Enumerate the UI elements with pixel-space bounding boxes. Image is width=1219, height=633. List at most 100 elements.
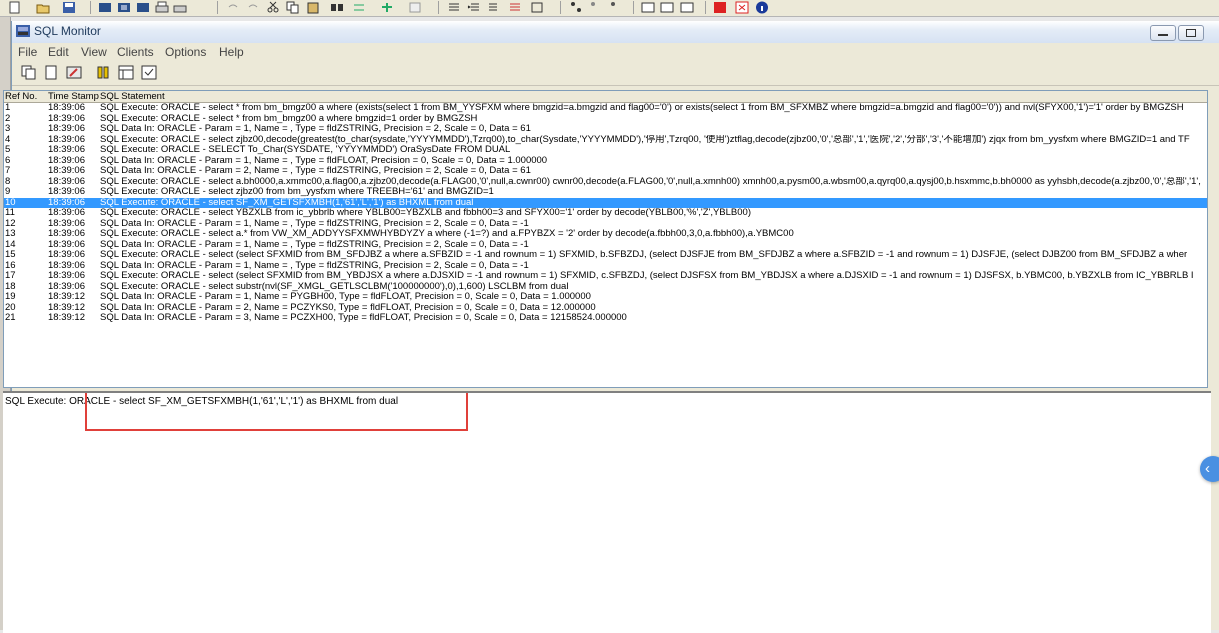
maximize-button[interactable]	[1178, 25, 1204, 41]
indent-icon[interactable]	[467, 1, 481, 14]
db-icon[interactable]	[98, 1, 112, 14]
row-sql: SQL Data In: ORACLE - Param = 1, Name = …	[100, 124, 531, 134]
add-icon[interactable]	[380, 1, 394, 14]
tree-expand-icon[interactable]	[589, 1, 603, 14]
column-header-sql[interactable]: SQL Statement	[100, 91, 165, 102]
row-ref: 20	[5, 302, 16, 313]
row-time: 18:39:06	[48, 166, 85, 176]
monitor-toolbar	[12, 61, 1219, 86]
window-cascade-icon[interactable]	[680, 1, 694, 14]
tree-icon[interactable]	[569, 1, 583, 14]
table-row[interactable]: 21 18:39:12 SQL Data In: ORACLE - Param = …	[4, 313, 1207, 323]
print-icon[interactable]	[155, 1, 169, 14]
row-time: 18:39:12	[48, 313, 85, 323]
row-ref: 8	[5, 176, 11, 187]
table-row[interactable]: 9 18:39:06 SQL Execute: ORACLE - select zj…	[4, 187, 1207, 197]
row-time: 18:39:06	[48, 218, 85, 229]
menu-help[interactable]: Help	[219, 45, 244, 59]
row-ref: 14	[5, 239, 16, 250]
table-row[interactable]: 6 18:39:06 SQL Data In: ORACLE - Param = 1…	[4, 156, 1207, 166]
table-row[interactable]: 15 18:39:06 SQL Execute: ORACLE - select (…	[4, 250, 1207, 260]
row-sql: SQL Execute: ORACLE - select * from bm_b…	[100, 113, 478, 124]
statement-detail-pane[interactable]: SQL Execute: ORACLE - select SF_XM_GETSF…	[3, 391, 1211, 633]
window-icon[interactable]	[641, 1, 655, 14]
table-row[interactable]: 8 18:39:06 SQL Execute: ORACLE - select a.…	[4, 177, 1207, 187]
new-icon[interactable]	[8, 1, 22, 14]
menu-edit[interactable]: Edit	[48, 45, 69, 59]
table-row[interactable]: 2 18:39:06 SQL Execute: ORACLE - select * …	[4, 114, 1207, 124]
table-row[interactable]: 1 18:39:06 SQL Execute: ORACLE - select * …	[4, 103, 1207, 113]
copy-icon[interactable]	[286, 1, 300, 14]
close-doc-icon[interactable]	[735, 1, 749, 14]
minimize-button[interactable]	[1150, 25, 1176, 41]
clear-icon[interactable]	[66, 65, 82, 80]
toolbar-separator	[217, 1, 218, 14]
row-ref: 3	[5, 124, 11, 134]
table-row[interactable]: 3 18:39:06 SQL Data In: ORACLE - Param = 1…	[4, 124, 1207, 134]
trace-list[interactable]: Ref No. Time Stamp SQL Statement 1 18:39:…	[3, 90, 1208, 388]
title-bar[interactable]: SQL Monitor	[12, 21, 1219, 43]
toolbar-separator	[560, 1, 561, 14]
row-ref: 6	[5, 155, 11, 166]
list-icon[interactable]	[508, 1, 522, 14]
table-row[interactable]: 18 18:39:06 SQL Execute: ORACLE - select s…	[4, 282, 1207, 292]
tree-collapse-icon[interactable]	[609, 1, 623, 14]
column-header-time[interactable]: Time Stamp	[48, 91, 99, 102]
row-time: 18:39:06	[48, 113, 85, 124]
outdent-icon[interactable]	[487, 1, 501, 14]
table-row[interactable]: 13 18:39:06 SQL Execute: ORACLE - select a…	[4, 229, 1207, 239]
table-row[interactable]: 11 18:39:06 SQL Execute: ORACLE - select Y…	[4, 208, 1207, 218]
row-time: 18:39:06	[48, 208, 85, 218]
table-row[interactable]: 12 18:39:06 SQL Data In: ORACLE - Param = …	[4, 219, 1207, 229]
row-ref: 19	[5, 292, 16, 302]
table-row[interactable]: 16 18:39:06 SQL Data In: ORACLE - Param = …	[4, 261, 1207, 271]
format-icon[interactable]	[447, 1, 461, 14]
row-time: 18:39:06	[48, 124, 85, 134]
menu-file[interactable]: File	[18, 45, 37, 59]
column-header-ref[interactable]: Ref No.	[5, 91, 37, 102]
paste-icon[interactable]	[306, 1, 320, 14]
replace-icon[interactable]	[352, 1, 366, 14]
table-row[interactable]: 20 18:39:12 SQL Data In: ORACLE - Param = …	[4, 303, 1207, 313]
info-icon[interactable]	[755, 1, 769, 14]
check-icon[interactable]	[141, 65, 157, 80]
trace-options-icon[interactable]	[118, 65, 134, 80]
toolbar-separator	[705, 1, 706, 14]
columns-icon[interactable]	[530, 1, 544, 14]
row-time: 18:39:06	[48, 134, 85, 145]
row-time: 18:39:06	[48, 260, 85, 271]
table-row[interactable]: 7 18:39:06 SQL Data In: ORACLE - Param = 2…	[4, 166, 1207, 176]
row-sql: SQL Data In: ORACLE - Param = 1, Name = …	[100, 218, 529, 229]
find-icon[interactable]	[330, 1, 344, 14]
undo-icon[interactable]	[226, 1, 240, 14]
table-row[interactable]: 5 18:39:06 SQL Execute: ORACLE - SELECT To…	[4, 145, 1207, 155]
table-row[interactable]: 17 18:39:06 SQL Execute: ORACLE - select (…	[4, 271, 1207, 281]
table-row[interactable]: 19 18:39:12 SQL Data In: ORACLE - Param = …	[4, 292, 1207, 302]
collapse-arrow-icon: ‹	[1205, 460, 1210, 477]
edit-icon[interactable]	[408, 1, 422, 14]
copy-icon[interactable]	[21, 65, 37, 80]
db-tools-icon[interactable]	[136, 1, 150, 14]
pause-icon[interactable]	[95, 65, 111, 80]
window-tile-icon[interactable]	[660, 1, 674, 14]
save-icon[interactable]	[62, 1, 76, 14]
row-time: 18:39:06	[48, 229, 85, 239]
new-page-icon[interactable]	[43, 65, 59, 80]
menu-view[interactable]: View	[81, 45, 107, 59]
menu-clients[interactable]: Clients	[117, 45, 154, 59]
collapse-button[interactable]: ‹	[1200, 456, 1219, 482]
cut-icon[interactable]	[266, 1, 280, 14]
stop-icon[interactable]	[713, 1, 727, 14]
db-connect-icon[interactable]	[117, 1, 131, 14]
table-row[interactable]: 14 18:39:06 SQL Data In: ORACLE - Param = …	[4, 240, 1207, 250]
row-ref: 10	[5, 197, 16, 208]
highlight-box	[85, 393, 468, 431]
table-row[interactable]: 10 18:39:06 SQL Execute: ORACLE - select S…	[4, 197, 1207, 208]
table-row[interactable]: 4 18:39:06 SQL Execute: ORACLE - select zj…	[4, 135, 1207, 145]
print-preview-icon[interactable]	[173, 1, 187, 14]
menu-options[interactable]: Options	[165, 45, 206, 59]
open-icon[interactable]	[36, 1, 50, 14]
app-icon	[16, 25, 30, 37]
redo-icon[interactable]	[246, 1, 260, 14]
row-time: 18:39:06	[48, 103, 85, 113]
